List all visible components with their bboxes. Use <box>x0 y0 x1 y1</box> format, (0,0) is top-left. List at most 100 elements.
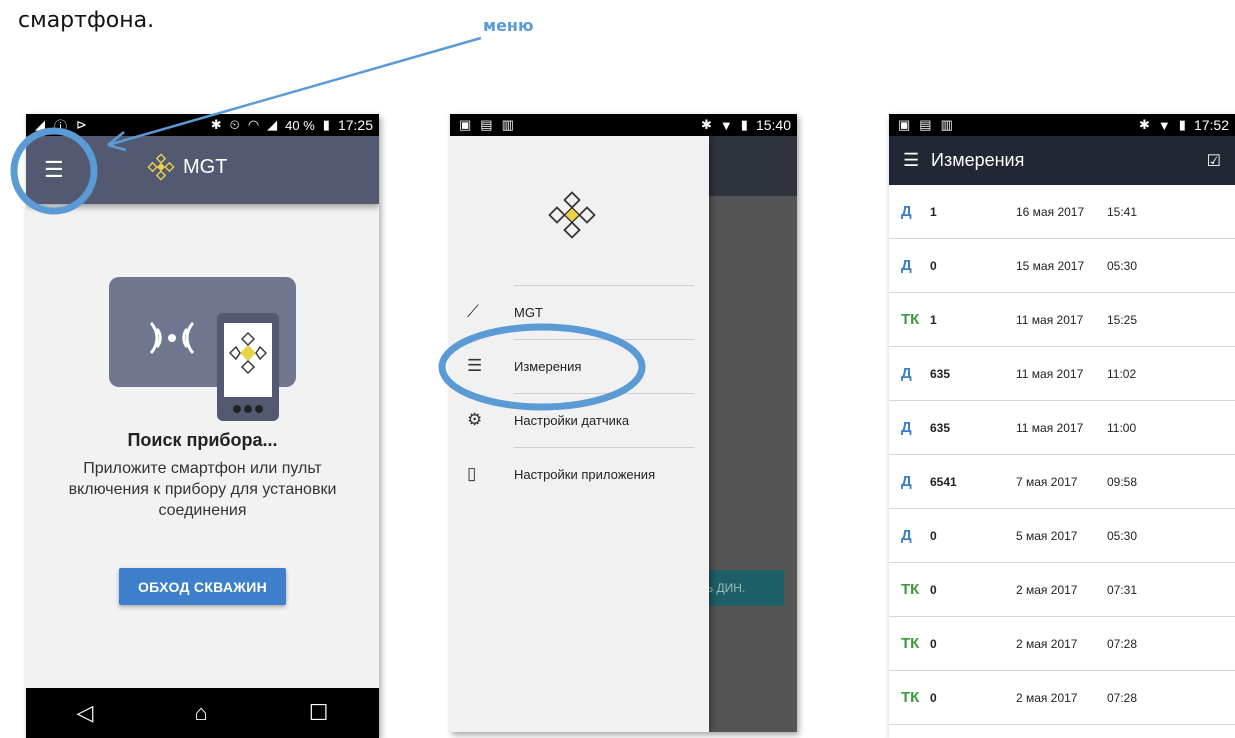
menu-callout-label: меню <box>483 16 534 35</box>
status-time: 17:52 <box>1193 117 1229 133</box>
measurement-type: Д <box>901 419 912 436</box>
drawer-item-label: Настройки приложения <box>514 466 656 482</box>
document-icon: ▤ <box>919 117 932 132</box>
image-icon: ▣ <box>898 117 911 132</box>
back-icon[interactable]: ◁ <box>77 700 94 726</box>
notification-icon: ⊳ <box>76 117 87 132</box>
measurement-date: 5 мая 2017 <box>1016 528 1078 543</box>
search-title: Поиск прибора... <box>127 430 278 450</box>
table-row[interactable]: Д 635 11 мая 2017 11:02 <box>889 347 1235 401</box>
measurement-time: 05:30 <box>1107 528 1138 543</box>
measurement-number: 0 <box>930 690 937 705</box>
table-row[interactable]: ТК 0 2 мая 2017 07:28 <box>889 617 1235 671</box>
bluetooth-icon: ✱ <box>1139 117 1150 132</box>
measurement-type: ТК <box>901 311 920 328</box>
phone-screen-drawer: ▣ ▤ ▥ ✱ ▼ ▮ 15:40 ТЬ ДИН. ⟋ MGT ☰ Измере <box>450 114 797 732</box>
select-checkbox-icon[interactable]: ☑ <box>1207 151 1235 171</box>
battery-icon: ▮ <box>322 117 330 132</box>
list-icon: ☰ <box>467 356 483 375</box>
hamburger-icon[interactable]: ☰ <box>44 159 64 181</box>
status-time: 17:25 <box>337 117 373 133</box>
android-icon: ◢ <box>35 117 45 132</box>
signal-icon: ◢ <box>267 117 278 132</box>
drawer-item-measurements[interactable]: ☰ Измерения <box>450 339 709 393</box>
measurement-number: 1 <box>930 204 937 219</box>
battery-level: 40 % <box>285 117 315 133</box>
measurement-date: 11 мая 2017 <box>1016 420 1084 435</box>
measurement-number: 6541 <box>930 474 957 489</box>
document-icon: ▤ <box>480 117 493 132</box>
wifi-icon: ▼ <box>719 117 733 133</box>
app-bar: ☰ MGT <box>26 136 379 204</box>
measurement-time: 07:28 <box>1107 690 1138 705</box>
app-bar: ☰ Измерения ☑ <box>889 136 1235 185</box>
measurement-date: 2 мая 2017 <box>1016 690 1078 705</box>
measurement-number: 0 <box>930 258 937 273</box>
document-text: смартфона. <box>18 8 155 33</box>
home-icon[interactable]: ⌂ <box>194 700 207 726</box>
brand-label: MGT <box>183 155 228 178</box>
bluetooth-icon: ✱ <box>701 117 712 132</box>
measurement-time: 15:41 <box>1107 204 1138 219</box>
measurement-time: 05:30 <box>1107 258 1138 273</box>
drawer-item-mgt[interactable]: ⟋ MGT <box>450 285 709 339</box>
status-time: 15:40 <box>755 117 791 133</box>
drawer-item-label: Настройки датчика <box>514 412 630 428</box>
battery-icon: ▮ <box>740 117 748 132</box>
drawer-item-sensor-settings[interactable]: ⚙ Настройки датчика <box>450 393 709 447</box>
page-title: Измерения <box>931 150 1025 170</box>
measurement-date: 15 мая 2017 <box>1016 258 1085 273</box>
table-row[interactable]: ТК 0 2 мая 2017 07:31 <box>889 563 1235 617</box>
phone-icon: ▯ <box>467 464 477 483</box>
measurement-type: Д <box>901 203 912 220</box>
measurement-time: 09:58 <box>1107 474 1138 489</box>
app-brand: MGT <box>147 153 227 181</box>
table-row[interactable]: ТК 0 2 мая 2017 07:28 <box>889 671 1235 725</box>
recents-icon[interactable]: ☐ <box>309 700 329 726</box>
measurement-number: 0 <box>930 636 937 651</box>
measurement-date: 2 мая 2017 <box>1016 582 1078 597</box>
measurement-time: 15:25 <box>1107 312 1138 327</box>
measurement-time: 07:28 <box>1107 636 1138 651</box>
alarm-icon: ⏲ <box>229 117 240 132</box>
measurement-date: 11 мая 2017 <box>1016 312 1084 327</box>
well-bypass-button[interactable]: ОБХОД СКВАЖИН <box>119 568 286 605</box>
wifi-icon: ◠ <box>247 117 260 132</box>
measurement-time: 11:02 <box>1107 366 1137 381</box>
measurement-type: ТК <box>901 689 920 706</box>
nfc-device-illustration <box>109 277 296 421</box>
table-row[interactable]: Д 635 11 мая 2017 11:00 <box>889 401 1235 455</box>
table-row[interactable]: Д 0 15 мая 2017 05:30 <box>889 239 1235 293</box>
system-nav-bar: ◁ ⌂ ☐ <box>26 688 379 738</box>
table-row[interactable]: Д 1 16 мая 2017 15:41 <box>889 185 1235 239</box>
hamburger-icon[interactable]: ☰ <box>889 150 931 171</box>
table-row[interactable]: ТК 1 11 мая 2017 15:25 <box>889 293 1235 347</box>
measurement-type: ТК <box>901 581 920 598</box>
measurement-number: 0 <box>930 528 937 543</box>
measurement-number: 0 <box>930 582 937 597</box>
drawer-item-app-settings[interactable]: ▯ Настройки приложения <box>450 447 709 501</box>
phone-screen-search: ◢ ⓘ ⊳ ✱ ⏲ ◠ ◢ 40 % ▮ 17:25 ☰ MGT Поиск п… <box>26 114 379 738</box>
measurement-type: Д <box>901 527 912 544</box>
measurement-date: 7 мая 2017 <box>1016 474 1078 489</box>
measurement-number: 635 <box>930 420 951 435</box>
measurement-type: Д <box>901 473 912 490</box>
measurement-date: 16 мая 2017 <box>1016 204 1085 219</box>
phone-screen-measurements: ▣ ▤ ▥ ✱ ▼ ▮ 17:52 ☰ Измерения ☑ Д 1 16 мая… <box>889 114 1235 738</box>
wifi-icon: ▼ <box>1157 117 1171 133</box>
image-icon: ▣ <box>459 117 472 132</box>
mgt-logo-icon <box>548 191 596 239</box>
chart-icon: ⟋ <box>467 302 479 321</box>
navigation-drawer: ⟋ MGT ☰ Измерения ⚙ Настройки датчика ▯ … <box>450 136 709 732</box>
measurement-type: ТК <box>901 635 920 652</box>
search-description: Приложите смартфон или пульт включения к… <box>68 460 337 519</box>
measurement-time: 07:31 <box>1107 582 1138 597</box>
table-row[interactable]: Д 0 5 мая 2017 05:30 <box>889 509 1235 563</box>
status-bar: ▣ ▤ ▥ ✱ ▼ ▮ 17:52 <box>889 114 1235 136</box>
gear-icon: ⚙ <box>467 410 483 429</box>
measurement-date: 2 мая 2017 <box>1016 636 1078 651</box>
measurement-type: Д <box>901 257 912 274</box>
alert-icon: ⓘ <box>54 118 68 134</box>
table-row[interactable]: Д 6541 7 мая 2017 09:58 <box>889 455 1235 509</box>
measurement-list: Д 1 16 мая 2017 15:41 Д 0 15 мая 2017 05:30 ТК 1 1… <box>889 185 1235 725</box>
